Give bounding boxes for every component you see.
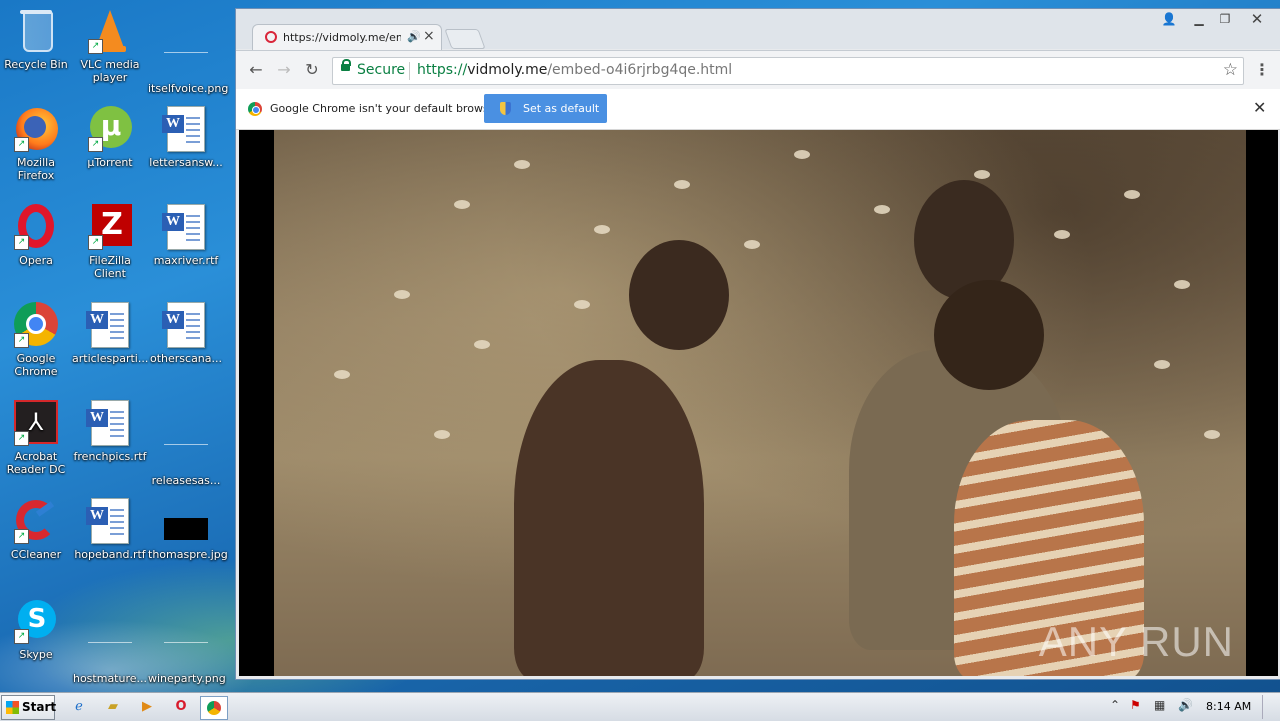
- video-figure: [514, 360, 704, 676]
- file-explorer-icon[interactable]: ▰: [102, 696, 124, 718]
- word-document-icon: W: [162, 302, 208, 348]
- desktop-icon-recycle-bin[interactable]: Recycle Bin: [0, 8, 74, 71]
- set-as-default-label: Set as default: [523, 102, 600, 115]
- system-clock[interactable]: 8:14 AM: [1206, 700, 1251, 713]
- url-host: vidmoly.me: [467, 62, 548, 78]
- word-document-icon: W: [86, 400, 132, 446]
- desktop-icon-opera[interactable]: ↗ Opera: [0, 204, 74, 267]
- video-player[interactable]: ANY RUN: [274, 130, 1246, 676]
- secure-label: Secure: [357, 62, 406, 78]
- vlc-cone-icon: ↗: [88, 8, 132, 54]
- desktop-icon-firefox[interactable]: ↗ Mozilla Firefox: [0, 106, 74, 182]
- start-label: Start: [22, 700, 57, 714]
- shield-icon: [500, 102, 511, 115]
- desktop-icon-frenchpics[interactable]: W frenchpics.rtf: [72, 400, 148, 463]
- menu-kebab-icon[interactable]: ⋮: [1254, 60, 1270, 79]
- divider: [409, 62, 410, 80]
- set-as-default-button[interactable]: Set as default: [484, 94, 607, 123]
- lock-icon: [341, 59, 351, 71]
- favicon-icon: [265, 31, 277, 43]
- desktop-icon-lettersansw[interactable]: W lettersansw...: [148, 106, 224, 169]
- desktop-icon-filezilla[interactable]: Z ↗ FileZilla Client: [72, 204, 148, 280]
- tab-strip: https://vidmoly.me/embed-o4i6rjrbg4qe.ht…: [236, 9, 1280, 51]
- desktop-icon-vlc[interactable]: ↗ VLC media player: [72, 8, 148, 84]
- opera-icon: ↗: [14, 204, 58, 250]
- desktop-icon-releasesas[interactable]: releasesas...: [148, 400, 224, 487]
- ccleaner-icon: ↗: [14, 498, 58, 544]
- back-button[interactable]: ←: [246, 60, 266, 80]
- profile-icon[interactable]: 👤: [1156, 11, 1182, 27]
- tab-close-icon[interactable]: ×: [423, 28, 435, 44]
- new-tab-button[interactable]: [444, 29, 486, 49]
- recycle-bin-icon: [14, 8, 58, 54]
- browser-toolbar: ← → ↻ Secure https://vidmoly.me/embed-o4…: [236, 50, 1280, 89]
- chrome-window: https://vidmoly.me/embed-o4i6rjrbg4qe.ht…: [235, 8, 1280, 680]
- blank-file-icon: [88, 622, 132, 668]
- reload-button[interactable]: ↻: [302, 60, 322, 80]
- chrome-taskbar-icon[interactable]: [200, 696, 228, 720]
- browser-tab[interactable]: https://vidmoly.me/embed-o4i6rjrbg4qe.ht…: [252, 24, 442, 51]
- window-close-button[interactable]: ✕: [1244, 11, 1270, 27]
- url-scheme: https://: [417, 62, 468, 78]
- default-browser-infobar: Google Chrome isn't your default browser…: [236, 89, 1280, 130]
- blank-file-icon: [164, 622, 208, 668]
- start-button[interactable]: Start: [1, 695, 57, 720]
- desktop-icon-acrobat[interactable]: ⅄ ↗ Acrobat Reader DC: [0, 400, 74, 476]
- anyrun-watermark: ANY RUN: [1038, 618, 1234, 665]
- acrobat-reader-icon: ⅄ ↗: [14, 400, 58, 446]
- desktop-icon-maxriver[interactable]: W maxriver.rtf: [148, 204, 224, 267]
- address-bar[interactable]: Secure https://vidmoly.me/embed-o4i6rjrb…: [332, 57, 1244, 85]
- minimize-button[interactable]: ▁: [1186, 11, 1212, 27]
- image-thumbnail-icon: [164, 498, 208, 544]
- flag-alert-icon[interactable]: ⚑: [1130, 698, 1141, 712]
- desktop-icon-skype[interactable]: S ↗ Skype: [0, 598, 74, 661]
- desktop-icon-hostmature[interactable]: hostmature...: [72, 598, 148, 685]
- tab-title: https://vidmoly.me/embed-o4i6rjrbg4qe.ht…: [283, 31, 401, 44]
- restore-button[interactable]: ❐: [1212, 11, 1238, 27]
- media-player-icon[interactable]: ▶: [136, 696, 158, 718]
- chrome-logo-icon: [248, 102, 262, 116]
- infobar-message: Google Chrome isn't your default browser…: [270, 102, 503, 115]
- desktop-icon-ccleaner[interactable]: ↗ CCleaner: [0, 498, 74, 561]
- skype-icon: S ↗: [14, 598, 58, 644]
- url-path: /embed-o4i6rjrbg4qe.html: [547, 62, 733, 78]
- video-figure: [629, 240, 729, 350]
- volume-icon[interactable]: 🔊: [1178, 698, 1193, 712]
- url-text[interactable]: https://vidmoly.me/embed-o4i6rjrbg4qe.ht…: [417, 62, 732, 78]
- desktop-icon-hopeband[interactable]: W hopeband.rtf: [72, 498, 148, 561]
- bookmark-star-icon[interactable]: ☆: [1223, 60, 1238, 80]
- blank-file-icon: [164, 424, 208, 470]
- show-desktop-button[interactable]: [1262, 695, 1279, 719]
- word-document-icon: W: [86, 302, 132, 348]
- desktop-icon-google-chrome[interactable]: ↗ Google Chrome: [0, 302, 74, 378]
- firefox-icon: ↗: [14, 106, 58, 152]
- desktop-icon-utorrent[interactable]: µ ↗ µTorrent: [72, 106, 148, 169]
- audio-playing-icon[interactable]: 🔊: [407, 30, 421, 43]
- page-content: ANY RUN: [239, 130, 1278, 676]
- word-document-icon: W: [86, 498, 132, 544]
- show-hidden-icons-icon[interactable]: ⌃: [1110, 698, 1120, 712]
- word-document-icon: W: [162, 204, 208, 250]
- taskbar: Start ℯ ▰ ▶ O ⌃ ⚑ ▦ 🔊 8:14 AM: [0, 692, 1280, 721]
- blank-file-icon: [164, 32, 208, 78]
- desktop-icon-otherscana[interactable]: W otherscana...: [148, 302, 224, 365]
- video-figure: [934, 280, 1044, 390]
- desktop-icon-itselfvoice[interactable]: itselfvoice.png: [148, 8, 228, 95]
- filezilla-icon: Z ↗: [88, 204, 132, 250]
- desktop-icon-thomaspre[interactable]: thomaspre.jpg: [148, 498, 228, 561]
- windows-logo-icon: [6, 701, 19, 714]
- internet-explorer-icon[interactable]: ℯ: [68, 696, 90, 718]
- chrome-icon: ↗: [14, 302, 58, 348]
- forward-button[interactable]: →: [274, 60, 294, 80]
- desktop-icon-wineparty[interactable]: wineparty.png: [148, 598, 226, 685]
- desktop-icon-articlesparti[interactable]: W articlesparti...: [72, 302, 148, 365]
- network-icon[interactable]: ▦: [1154, 698, 1165, 712]
- infobar-close-icon[interactable]: ✕: [1253, 98, 1266, 117]
- opera-taskbar-icon[interactable]: O: [170, 696, 192, 718]
- word-document-icon: W: [162, 106, 208, 152]
- utorrent-icon: µ ↗: [88, 106, 132, 152]
